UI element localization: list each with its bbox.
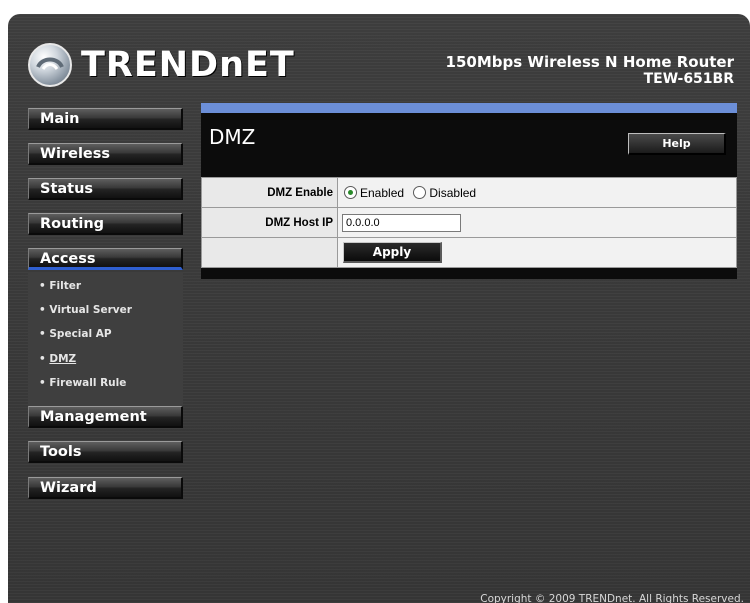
- apply-cell: Apply: [337, 237, 737, 268]
- enabled-label: Enabled: [360, 185, 405, 200]
- product-model: TEW-651BR: [643, 71, 734, 87]
- submenu-item-virtual-server[interactable]: • Virtual Server: [39, 304, 132, 316]
- router-admin-frame: TRENDnET 150Mbps Wireless N Home Router …: [8, 14, 750, 603]
- nav-management[interactable]: Management: [28, 406, 183, 428]
- page-title: DMZ: [209, 125, 256, 149]
- nav-status[interactable]: Status: [28, 178, 183, 200]
- help-button[interactable]: Help: [628, 133, 726, 155]
- apply-button[interactable]: Apply: [343, 242, 442, 263]
- dmz-enable-row: DMZ Enable Enabled Disabled: [201, 177, 737, 208]
- dmz-enabled-radio[interactable]: [344, 185, 357, 199]
- brand-name: TRENDnET: [81, 45, 295, 85]
- dmz-disabled-radio[interactable]: [413, 185, 427, 199]
- trendnet-logo: TRENDnET: [28, 42, 295, 88]
- submenu-item-filter[interactable]: • Filter: [39, 280, 81, 292]
- submenu-item-firewall-rule[interactable]: • Firewall Rule: [39, 377, 126, 389]
- trendnet-logo-icon: [28, 43, 72, 87]
- dmz-enable-options: Enabled Disabled: [337, 177, 737, 208]
- apply-row: Apply: [201, 237, 737, 268]
- product-title: 150Mbps Wireless N Home Router TEW-651BR: [446, 54, 734, 88]
- nav-wireless[interactable]: Wireless: [28, 143, 183, 165]
- dmz-enable-label: DMZ Enable: [201, 177, 338, 208]
- dmz-settings-table: DMZ Enable Enabled Disabled DMZ Host IP …: [201, 177, 737, 268]
- nav-main[interactable]: Main: [28, 108, 183, 130]
- dmz-host-ip-row: DMZ Host IP: [201, 207, 737, 238]
- dmz-host-ip-input[interactable]: [342, 213, 461, 232]
- nav-tools[interactable]: Tools: [28, 441, 183, 463]
- dmz-host-ip-label: DMZ Host IP: [201, 207, 338, 238]
- apply-row-spacer: [201, 237, 338, 268]
- dmz-host-ip-cell: [337, 207, 737, 238]
- submenu-item-dmz[interactable]: • DMZ: [39, 353, 76, 365]
- access-submenu: • Filter • Virtual Server • Special AP •…: [28, 272, 183, 408]
- nav-routing[interactable]: Routing: [28, 213, 183, 235]
- dmz-panel: DMZ Help DMZ Enable Enabled Disabled DMZ…: [201, 103, 737, 279]
- nav-wizard[interactable]: Wizard: [28, 477, 183, 499]
- submenu-item-special-ap[interactable]: • Special AP: [39, 328, 112, 340]
- nav-access[interactable]: Access: [28, 248, 183, 270]
- disabled-label: Disabled: [429, 185, 477, 200]
- product-name: 150Mbps Wireless N Home Router: [445, 53, 734, 71]
- copyright-text: Copyright © 2009 TRENDnet. All Rights Re…: [480, 593, 744, 603]
